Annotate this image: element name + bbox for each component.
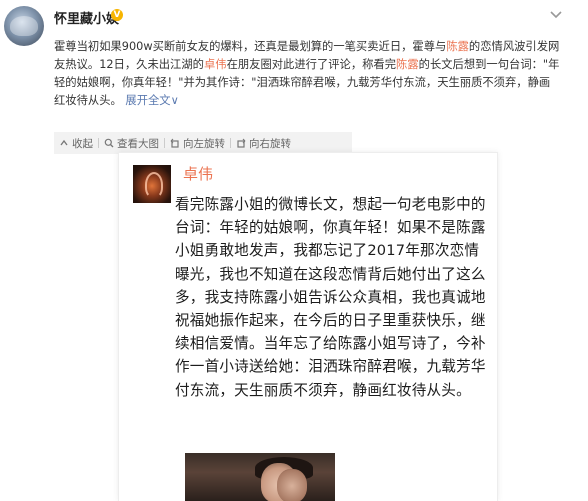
expand-full-text-link[interactable]: 展开全文∨	[125, 94, 178, 107]
embedded-author-avatar	[133, 165, 171, 203]
mention-link[interactable]: 陈露	[396, 58, 419, 71]
collapse-button[interactable]: 收起	[54, 132, 98, 154]
view-large-label: 查看大图	[117, 137, 159, 150]
avatar[interactable]	[4, 6, 44, 46]
rotate-left-label: 向左旋转	[183, 137, 225, 150]
collapse-icon	[60, 139, 68, 146]
post-body: 霍尊当初如果900w买断前女友的爆料，还真是最划算的一笔买卖近日，霍尊与陈露的恋…	[54, 38, 560, 110]
chevron-down-icon: ∨	[170, 94, 179, 107]
embedded-photo	[185, 453, 335, 501]
expand-label: 展开全文	[125, 94, 171, 107]
rotate-right-icon	[237, 138, 246, 148]
mention-link[interactable]: 陈露	[446, 40, 469, 53]
mention-link[interactable]: 卓伟	[204, 58, 227, 71]
rotate-left-icon	[170, 138, 179, 148]
collapse-label: 收起	[72, 137, 93, 150]
image-toolbar: 收起 查看大图 向左旋转 向右旋转	[54, 132, 352, 154]
embedded-author-name: 卓伟	[183, 165, 214, 183]
body-text-3: 在朋友圈对此进行了评论，称看完	[226, 58, 397, 71]
more-icon[interactable]	[548, 10, 564, 20]
view-large-icon	[104, 138, 114, 148]
embedded-post-image[interactable]: 卓伟 看完陈露小姐的微博长文，想起一句老电影中的台词：年轻的姑娘啊，你真年轻！如…	[118, 152, 498, 501]
view-large-button[interactable]: 查看大图	[99, 132, 164, 154]
photo-figure-face	[277, 469, 307, 501]
embedded-post-text: 看完陈露小姐的微博长文，想起一句老电影中的台词：年轻的姑娘啊，你真年轻！如果不是…	[175, 196, 486, 399]
rotate-left-button[interactable]: 向左旋转	[165, 132, 230, 154]
verified-badge-icon: V	[111, 9, 123, 21]
body-text-1: 霍尊当初如果900w买断前女友的爆料，还真是最划算的一笔买卖近日，霍尊与	[54, 40, 447, 53]
rotate-right-button[interactable]: 向右旋转	[231, 132, 296, 154]
username[interactable]: 怀里藏小娱	[54, 8, 119, 27]
rotate-right-label: 向右旋转	[249, 137, 291, 150]
